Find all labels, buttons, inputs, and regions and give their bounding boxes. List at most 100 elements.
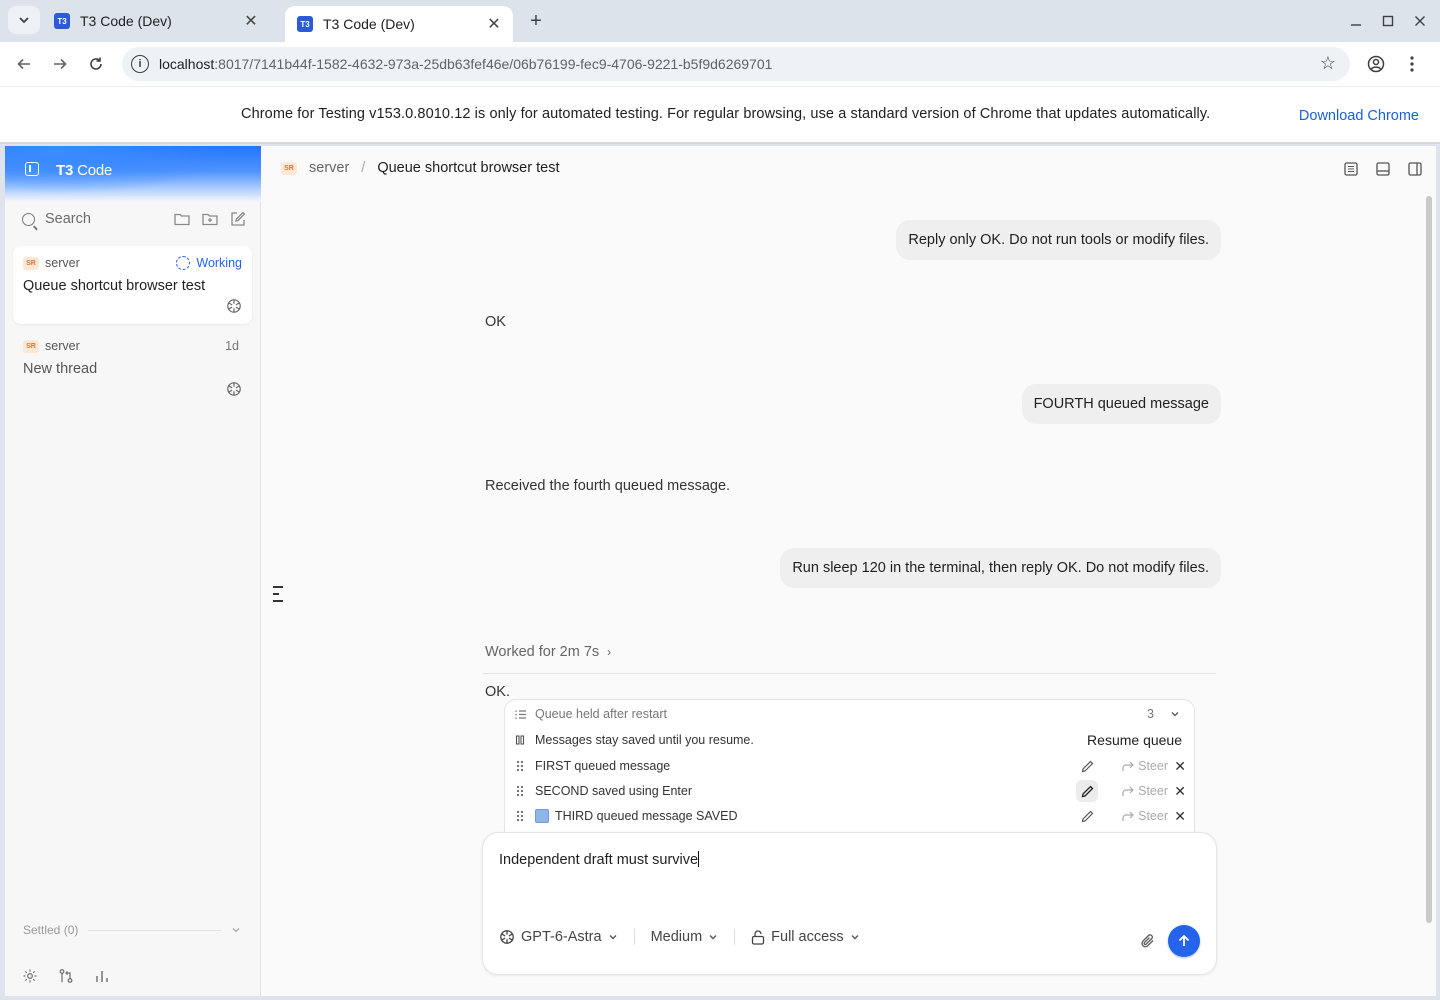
sidebar: T3 Code Search SR server Working Queue s… [5, 146, 261, 996]
queue-item-text: SECOND saved using Enter [535, 784, 693, 798]
reload-button[interactable] [82, 50, 110, 78]
forward-button[interactable] [46, 50, 74, 78]
forward-arrow-icon [1122, 811, 1134, 821]
folder-plus-icon[interactable] [201, 210, 219, 228]
testing-infobar: Chrome for Testing v153.0.8010.12 is onl… [0, 86, 1440, 144]
spinner-icon [176, 256, 191, 270]
model-label: GPT-6-Astra [521, 929, 602, 945]
pencil-icon[interactable] [1076, 780, 1098, 802]
close-icon[interactable]: ✕ [1174, 783, 1186, 800]
worked-for-toggle[interactable]: Worked for 2m 7s › [485, 644, 611, 660]
settled-label: Settled (0) [23, 923, 79, 937]
composer-input[interactable]: Independent draft must survive [499, 851, 700, 868]
minimize-icon [1351, 24, 1361, 26]
assistant-message: OK [485, 314, 506, 330]
unlock-icon [752, 929, 765, 945]
profile-icon [1367, 55, 1385, 73]
queue-header[interactable]: Queue held after restart 3 [505, 702, 1194, 726]
close-icon[interactable]: ✕ [1174, 808, 1186, 825]
resume-queue-button[interactable]: Resume queue [1087, 732, 1182, 748]
browser-tabstrip: T3 T3 Code (Dev) ✕ T3 T3 Code (Dev) ✕ + [0, 0, 1440, 42]
access-selector[interactable]: Full access [751, 929, 860, 945]
image-attachment-thumbnail[interactable] [535, 809, 549, 823]
arrow-up-icon [1178, 934, 1190, 946]
queue-title: Queue held after restart [535, 707, 668, 721]
worked-label: Worked for 2m 7s [485, 644, 600, 660]
scrollbar[interactable] [1426, 196, 1432, 923]
forward-arrow-icon [1122, 786, 1134, 796]
page-title: Queue shortcut browser test [377, 160, 560, 176]
folder-icon[interactable] [173, 210, 191, 228]
terminal-panel-icon[interactable] [1374, 160, 1392, 178]
gear-icon[interactable] [21, 967, 39, 985]
queue-count: 3 [1147, 707, 1154, 721]
composer[interactable]: Independent draft must survive GPT-6-Ast… [482, 832, 1217, 975]
bar-chart-icon[interactable] [93, 967, 111, 985]
chevron-down-icon[interactable] [1170, 709, 1180, 719]
address-bar[interactable]: i localhost:8017/7141b44f-1582-4632-973a… [122, 47, 1350, 81]
effort-selector[interactable]: Medium [651, 929, 719, 945]
close-icon[interactable]: ✕ [1174, 758, 1186, 775]
close-icon [1415, 16, 1425, 26]
brand-name: T3 Code [56, 162, 113, 179]
model-selector[interactable]: GPT-6-Astra [499, 929, 618, 945]
sidebar-toggle-icon[interactable] [25, 162, 39, 176]
close-icon[interactable]: ✕ [485, 14, 503, 34]
forward-arrow-icon [1122, 761, 1134, 771]
maximize-button[interactable] [1374, 8, 1402, 34]
steer-button[interactable]: Steer [1122, 809, 1168, 823]
chevron-down-icon [19, 17, 29, 24]
thread-age: 1d [225, 339, 239, 353]
reload-icon [90, 57, 102, 70]
tab-search-button[interactable] [8, 6, 40, 34]
chevron-right-icon: › [607, 645, 612, 659]
steer-button[interactable]: Steer [1122, 759, 1168, 773]
steer-label: Steer [1138, 809, 1168, 823]
grip-icon[interactable] [516, 810, 524, 822]
grip-icon[interactable] [516, 760, 524, 772]
side-panel-icon[interactable] [1406, 160, 1424, 178]
t3-favicon-icon: T3 [54, 13, 70, 29]
download-chrome-link[interactable]: Download Chrome [1299, 108, 1419, 124]
breadcrumb: SR server / Queue shortcut browser test [281, 160, 559, 176]
thread-item-active[interactable]: SR server Working Queue shortcut browser… [13, 246, 252, 324]
kebab-menu-icon [1410, 56, 1414, 72]
sidebar-search[interactable]: Search [22, 208, 91, 230]
browser-tab-1[interactable]: T3 T3 Code (Dev) ✕ [42, 6, 270, 36]
paperclip-icon[interactable] [1140, 933, 1158, 951]
status-label: Working [196, 256, 242, 270]
thread-status: Working [176, 256, 242, 270]
queue-item: FIRST queued message Steer ✕ [505, 754, 1194, 778]
project-badge: SR [23, 256, 39, 270]
minimize-button[interactable] [1342, 8, 1370, 34]
thread-project: SR server [23, 256, 80, 270]
settled-section-toggle[interactable]: Settled (0) [23, 923, 241, 937]
thread-item[interactable]: SR server 1d New thread [13, 329, 252, 407]
close-icon[interactable]: ✕ [242, 11, 260, 31]
tab-title: T3 Code (Dev) [80, 13, 172, 29]
window-close-button[interactable] [1406, 8, 1434, 34]
document-icon[interactable] [1342, 160, 1360, 178]
browser-tab-2[interactable]: T3 T3 Code (Dev) ✕ [285, 6, 513, 42]
profile-button[interactable] [1362, 50, 1390, 78]
new-thread-icon[interactable] [229, 210, 247, 228]
back-button[interactable] [10, 50, 38, 78]
pencil-icon[interactable] [1076, 805, 1098, 827]
drag-handle[interactable] [273, 586, 283, 606]
new-tab-button[interactable]: + [522, 8, 550, 34]
site-info-icon[interactable]: i [131, 55, 149, 73]
steer-button[interactable]: Steer [1122, 784, 1168, 798]
chevron-down-icon [232, 928, 240, 933]
queue-notice-text: Messages stay saved until you resume. [535, 733, 754, 747]
bookmark-star-icon[interactable]: ☆ [1320, 53, 1336, 74]
send-button[interactable] [1168, 925, 1200, 957]
list-order-icon [515, 709, 527, 720]
pencil-icon[interactable] [1076, 755, 1098, 777]
grip-icon[interactable] [516, 785, 524, 797]
access-label: Full access [771, 929, 844, 945]
t3-code-app: T3 Code Search SR server Working Queue s… [5, 146, 1436, 996]
browser-menu-button[interactable] [1398, 50, 1426, 78]
effort-label: Medium [650, 929, 703, 945]
git-compare-icon[interactable] [57, 967, 75, 985]
breadcrumb-project[interactable]: server [309, 160, 349, 176]
